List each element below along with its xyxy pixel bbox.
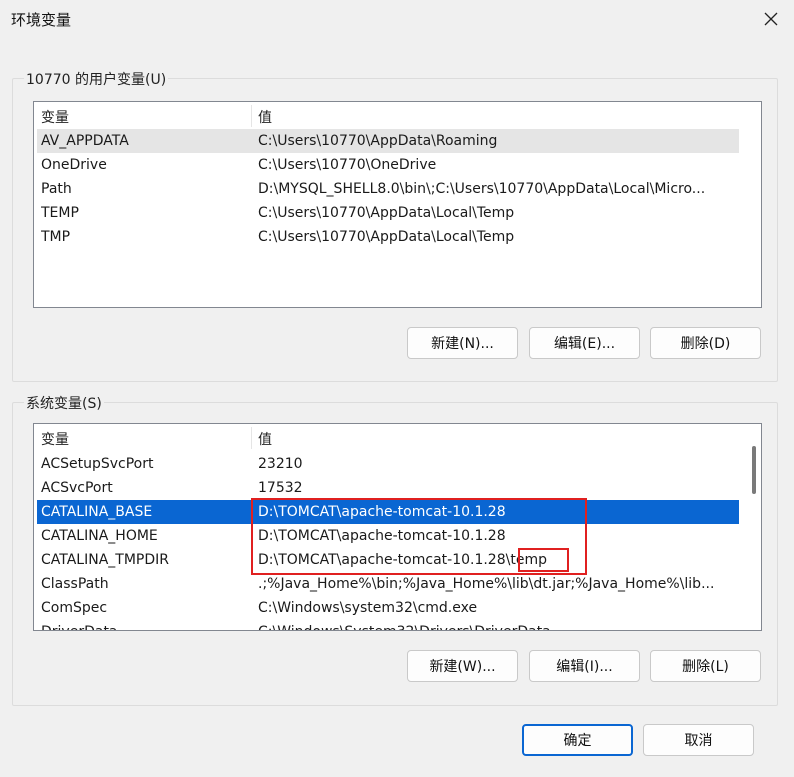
var-name: CATALINA_BASE	[41, 504, 153, 520]
table-row[interactable]: AV_APPDATA C:\Users\10770\AppData\Roamin…	[37, 129, 739, 153]
var-value: D:\TOMCAT\apache-tomcat-10.1.28\temp	[258, 552, 547, 568]
var-value: D:\TOMCAT\apache-tomcat-10.1.28	[258, 504, 506, 520]
table-row[interactable]: CATALINA_TMPDIR D:\TOMCAT\apache-tomcat-…	[37, 548, 739, 572]
table-row[interactable]: TEMP C:\Users\10770\AppData\Local\Temp	[37, 201, 739, 225]
var-name: TMP	[41, 229, 71, 245]
column-divider[interactable]	[251, 427, 252, 449]
user-col-variable-header[interactable]: 变量	[41, 107, 69, 127]
var-value: 23210	[258, 456, 303, 472]
user-variables-list[interactable]: 变量 值 AV_APPDATA C:\Users\10770\AppData\R…	[33, 101, 762, 308]
var-name: Path	[41, 181, 72, 197]
system-edit-button[interactable]: 编辑(I)...	[529, 650, 640, 682]
scrollbar-thumb[interactable]	[752, 446, 756, 494]
var-name: ClassPath	[41, 576, 109, 592]
var-value: C:\Users\10770\AppData\Local\Temp	[258, 205, 515, 221]
window-title: 环境变量	[11, 11, 72, 29]
ok-button[interactable]: 确定	[522, 724, 633, 756]
table-row-selected[interactable]: CATALINA_BASE D:\TOMCAT\apache-tomcat-10…	[37, 500, 739, 524]
var-name: DriverData	[41, 620, 251, 630]
column-divider[interactable]	[251, 105, 252, 127]
table-row[interactable]: TMP C:\Users\10770\AppData\Local\Temp	[37, 225, 739, 249]
user-variables-group-title: 10770 的用户变量(U)	[24, 69, 169, 89]
close-icon	[764, 12, 778, 26]
title-bar: 环境变量	[0, 0, 794, 38]
var-name: ComSpec	[41, 600, 108, 616]
var-value: C:\Users\10770\AppData\Roaming	[258, 133, 498, 149]
var-name: TEMP	[41, 205, 79, 221]
table-row[interactable]: ACSetupSvcPort 23210	[37, 452, 739, 476]
vertical-scrollbar[interactable]	[747, 424, 761, 630]
table-row[interactable]: ComSpec C:\Windows\system32\cmd.exe	[37, 596, 739, 620]
table-row[interactable]: OneDrive C:\Users\10770\OneDrive	[37, 153, 739, 177]
system-variables-group-title: 系统变量(S)	[24, 393, 104, 413]
var-name: OneDrive	[41, 157, 107, 173]
system-variables-list[interactable]: 变量 值 ACSetupSvcPort 23210 ACSvcPort 1753…	[33, 423, 762, 631]
var-name: ACSetupSvcPort	[41, 456, 154, 472]
system-col-value-header[interactable]: 值	[258, 429, 272, 449]
cancel-button[interactable]: 取消	[643, 724, 754, 756]
system-delete-button[interactable]: 删除(L)	[650, 650, 761, 682]
var-value: D:\MYSQL_SHELL8.0\bin\;C:\Users\10770\Ap…	[258, 181, 706, 197]
var-name: ACSvcPort	[41, 480, 113, 496]
var-value: 17532	[258, 480, 303, 496]
var-name: CATALINA_HOME	[41, 528, 158, 544]
user-new-button[interactable]: 新建(N)...	[407, 327, 518, 359]
close-button[interactable]	[748, 0, 794, 38]
var-name: AV_APPDATA	[41, 133, 129, 149]
table-row[interactable]: ClassPath .;%Java_Home%\bin;%Java_Home%\…	[37, 572, 739, 596]
table-row[interactable]: ACSvcPort 17532	[37, 476, 739, 500]
table-row[interactable]: CATALINA_HOME D:\TOMCAT\apache-tomcat-10…	[37, 524, 739, 548]
user-delete-button[interactable]: 删除(D)	[650, 327, 761, 359]
var-value: C:\Users\10770\AppData\Local\Temp	[258, 229, 515, 245]
var-value: C:\Windows\system32\cmd.exe	[258, 600, 478, 616]
user-col-value-header[interactable]: 值	[258, 107, 272, 127]
user-edit-button[interactable]: 编辑(E)...	[529, 327, 640, 359]
user-list-header: 变量 值	[34, 102, 761, 128]
system-new-button[interactable]: 新建(W)...	[407, 650, 518, 682]
system-list-header: 变量 值	[34, 424, 761, 450]
table-row[interactable]: DriverData C:\Windows\System32\Drivers\D…	[37, 620, 739, 630]
var-value: .;%Java_Home%\bin;%Java_Home%\lib\dt.jar…	[258, 576, 715, 592]
system-col-variable-header[interactable]: 变量	[41, 429, 69, 449]
var-name: CATALINA_TMPDIR	[41, 552, 169, 568]
var-value: D:\TOMCAT\apache-tomcat-10.1.28	[258, 528, 506, 544]
var-value: C:\Users\10770\OneDrive	[258, 157, 437, 173]
table-row[interactable]: Path D:\MYSQL_SHELL8.0\bin\;C:\Users\107…	[37, 177, 739, 201]
var-value: C:\Windows\System32\Drivers\DriverData	[258, 620, 738, 630]
